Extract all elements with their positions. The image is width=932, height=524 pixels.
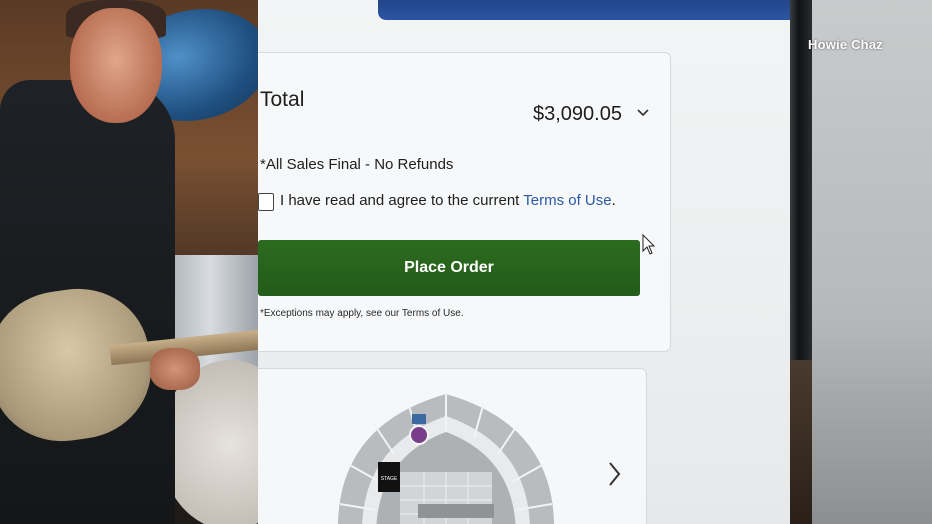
total-amount: $3,090.05	[533, 103, 622, 125]
terms-checkbox[interactable]	[258, 193, 274, 211]
background-panel	[812, 0, 932, 524]
total-label: Total	[260, 88, 305, 111]
place-order-button[interactable]: Place Order	[258, 240, 640, 296]
seat-map-sections	[337, 394, 555, 524]
terms-agreement-suffix: .	[611, 192, 616, 209]
terms-of-use-link[interactable]: Terms of Use	[523, 192, 611, 209]
chevron-right-icon[interactable]	[604, 460, 624, 488]
terms-agreement-label: I have read and agree to the current	[280, 192, 524, 209]
performer-head	[70, 8, 162, 123]
mouse-cursor-icon	[642, 234, 656, 255]
header-bar	[378, 0, 810, 20]
stage-label: STAGE	[381, 476, 398, 482]
chevron-down-icon[interactable]	[636, 106, 650, 120]
seat-map[interactable]: STAGE	[328, 386, 564, 524]
checkout-screen: Total $3,090.05 *All Sales Final - No Re…	[258, 0, 810, 524]
terms-agreement-text: I have read and agree to the current Ter…	[280, 192, 616, 209]
performer-hand	[150, 348, 200, 390]
sales-final-notice: *All Sales Final - No Refunds	[260, 156, 454, 173]
selected-section-marker[interactable]	[409, 425, 429, 445]
exceptions-note: *Exceptions may apply, see our Terms of …	[260, 308, 464, 319]
performer-photo	[0, 0, 258, 524]
photo-credit: Howie Chaz	[808, 37, 883, 52]
